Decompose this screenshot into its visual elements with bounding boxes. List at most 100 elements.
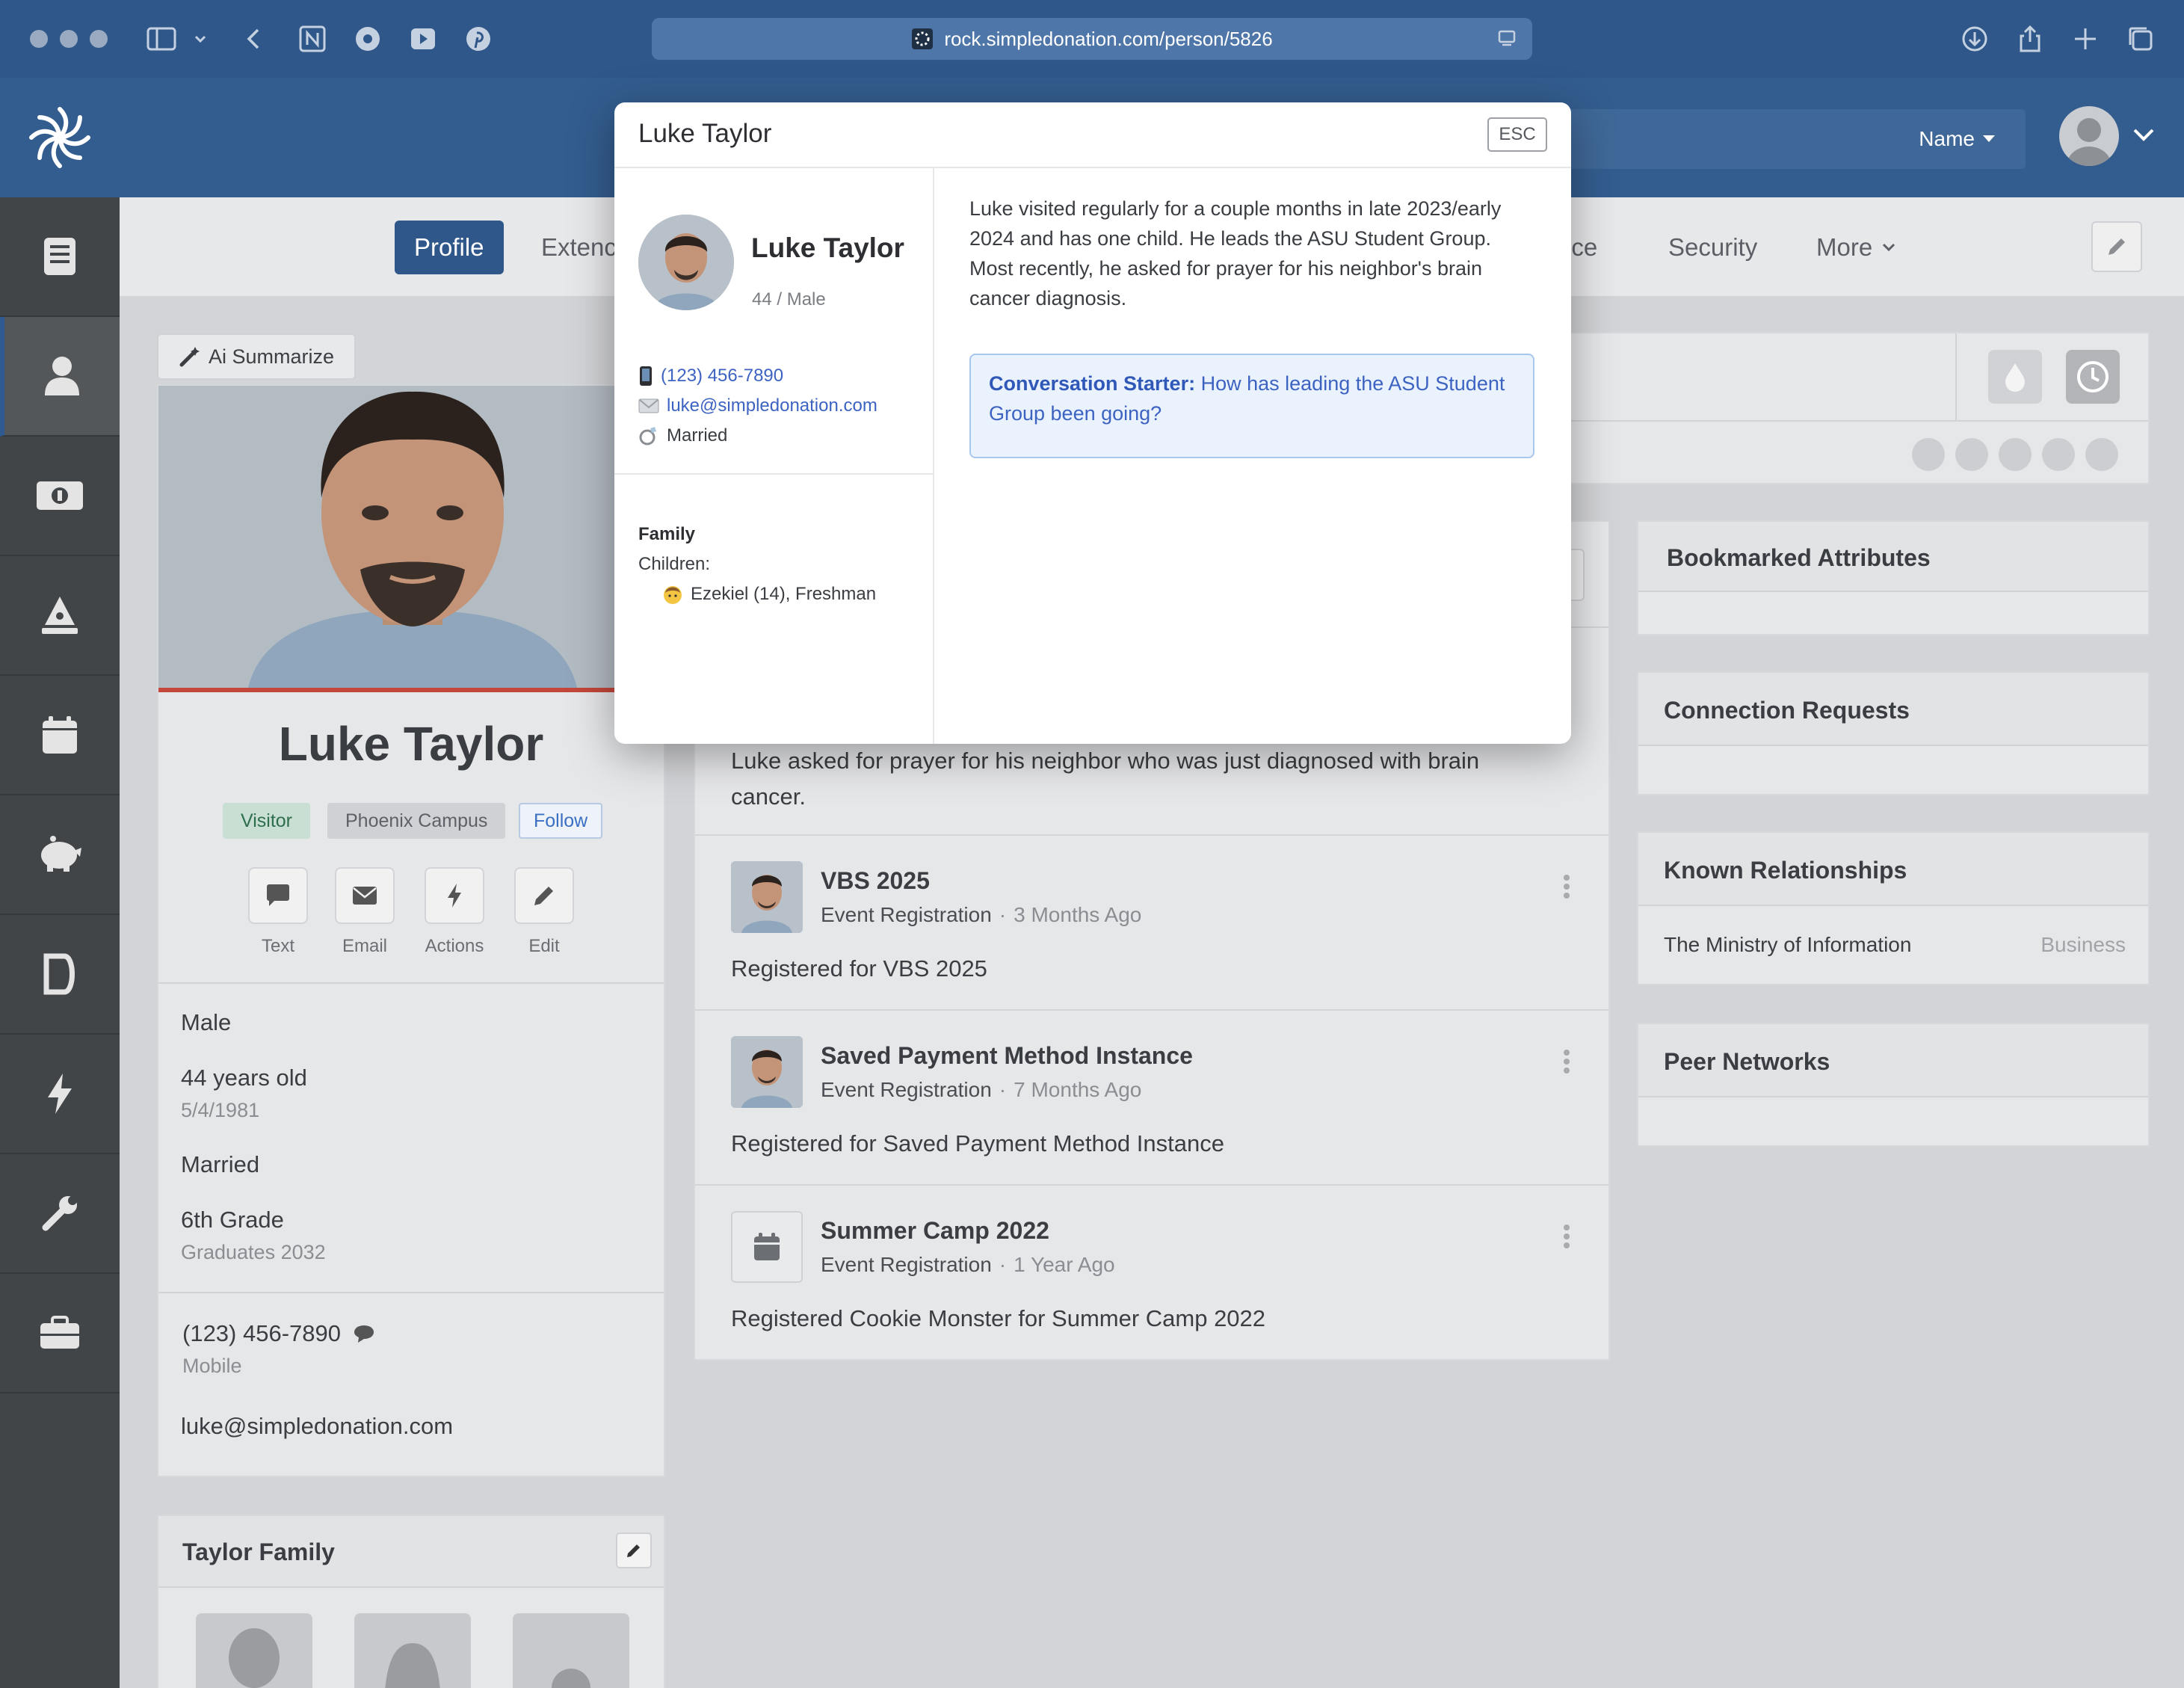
email-button[interactable] [335,867,395,924]
user-avatar[interactable] [2059,106,2119,166]
feed-item-separator: · [999,1078,1007,1101]
badge-money-icon[interactable] [2085,438,2118,471]
video-icon[interactable] [407,22,439,55]
tab-profile[interactable]: Profile [395,221,504,274]
edit-family-button[interactable] [616,1533,652,1568]
tab-overview-icon[interactable] [2124,22,2157,55]
modal-phone-link[interactable]: (123) 456-7890 [661,366,783,386]
note-text: Luke asked for prayer for his neighbor w… [731,748,1480,810]
family-member-avatar[interactable] [354,1613,471,1688]
chevron-down-icon[interactable] [190,22,211,55]
sidebar-item-admin[interactable] [0,1274,120,1393]
feed-item-menu[interactable] [1564,1222,1570,1251]
sidebar-item-content[interactable] [0,556,120,676]
feed-item-menu[interactable] [1564,1047,1570,1076]
envelope-icon [638,398,659,413]
actions-button[interactable] [425,867,484,924]
water-drop-icon [2005,363,2025,392]
modal-child-name: Ezekiel (14), Freshman [691,584,877,604]
modal-email-link[interactable]: luke@simpledonation.com [667,395,877,416]
person-card: Luke Taylor [157,384,665,1477]
notion-icon[interactable] [296,22,329,55]
feed-item-title[interactable]: Saved Payment Method Instance [821,1042,1193,1070]
edit-button[interactable] [514,867,574,924]
site-favicon-icon [911,28,934,50]
actions-action[interactable]: Actions [425,867,484,957]
share-icon[interactable] [2014,22,2046,55]
text-button[interactable] [248,867,308,924]
history-button[interactable] [2066,350,2120,404]
window-zoom-button[interactable] [90,30,108,48]
email-value[interactable]: luke@simpledonation.com [181,1413,453,1440]
compass-icon[interactable] [351,22,384,55]
reader-mode-icon[interactable] [1496,28,1517,49]
feed-item-type: Event Registration [821,903,992,926]
modal-child-item: Ezekiel (14), Freshman [662,584,876,605]
feed-item: VBS 2025 Event Registration · 3 Months A… [695,834,1608,1009]
graduation-value: Graduates 2032 [181,1241,326,1263]
window-close-button[interactable] [30,30,48,48]
sidebar-item-reporting[interactable] [0,915,120,1035]
conversation-starter: Conversation Starter: How has leading th… [989,369,1512,428]
feed-item-avatar [731,861,803,933]
feed-item-type: Event Registration [821,1078,992,1101]
modal-marital-row: Married [638,425,727,446]
badge-key-icon[interactable] [1999,438,2032,471]
feed-item-menu[interactable] [1564,872,1570,902]
envelope-icon [353,887,377,905]
email-action[interactable]: Email [335,867,395,957]
window-minimize-button[interactable] [60,30,78,48]
address-bar[interactable]: rock.simpledonation.com/person/5826 [652,18,1532,60]
sidebar-item-dashboard[interactable] [0,197,120,317]
ai-summarize-label: Ai Summarize [208,345,335,368]
search-bar[interactable]: Name [1540,109,2026,169]
pen-nib-icon [42,597,78,634]
tab-more-label: More [1816,233,1873,261]
feed-item-body: Registered for Saved Payment Method Inst… [731,1130,1224,1156]
sidebar-toggle-icon[interactable] [145,22,178,55]
badge-chart-icon[interactable] [1912,438,1945,471]
text-action[interactable]: Text [248,867,308,957]
sidebar-item-calendar[interactable] [0,676,120,795]
relationship-name[interactable]: The Ministry of Information [1664,933,1911,957]
family-member-avatar[interactable] [513,1613,629,1688]
birthdate-value: 5/4/1981 [181,1099,260,1121]
sidebar-item-workflows[interactable] [0,1035,120,1154]
feed-item-title[interactable]: Summer Camp 2022 [821,1217,1049,1245]
follow-button[interactable]: Follow [519,803,603,839]
tab-more[interactable]: More [1798,221,1914,274]
sms-icon[interactable] [353,1323,375,1344]
sidebar-item-people[interactable] [0,317,120,437]
tab-security[interactable]: Security [1650,221,1775,274]
user-menu-chevron-icon[interactable] [2132,126,2156,144]
badge-group-icon[interactable] [1955,438,1988,471]
modal-children-label: Children: [638,554,711,574]
ai-summarize-button[interactable]: Ai Summarize [157,333,356,380]
pinterest-icon[interactable] [462,22,495,55]
family-member-avatar[interactable] [196,1613,312,1688]
feed-item-time: 3 Months Ago [1014,903,1142,926]
magic-wand-icon [179,347,200,367]
calendar-icon [43,716,77,754]
edit-action[interactable]: Edit [514,867,574,957]
badge-gift-icon[interactable] [2042,438,2075,471]
phone-number[interactable]: (123) 456-7890 [182,1320,341,1347]
gender-value: Male [181,1009,232,1035]
water-drop-button[interactable] [1988,350,2042,404]
sidebar-item-finance[interactable] [0,437,120,556]
search-filter-dropdown[interactable]: Name [1919,109,1996,169]
modal-family-heading: Family [638,524,696,544]
age-value: 44 years old [181,1065,307,1091]
sidebar-item-giving[interactable] [0,795,120,915]
new-tab-icon[interactable] [2069,22,2102,55]
back-icon[interactable] [238,22,271,55]
modal-close-esc-button[interactable]: ESC [1487,117,1547,152]
feed-item-title[interactable]: VBS 2025 [821,867,930,895]
campus-badge: Phoenix Campus [327,803,506,839]
divider [1955,333,1957,420]
sidebar-item-tools[interactable] [0,1154,120,1274]
edit-tabs-button[interactable] [2091,221,2142,272]
app-logo[interactable] [21,99,99,176]
modal-person-name: Luke Taylor [751,232,904,263]
downloads-icon[interactable] [1958,22,1991,55]
